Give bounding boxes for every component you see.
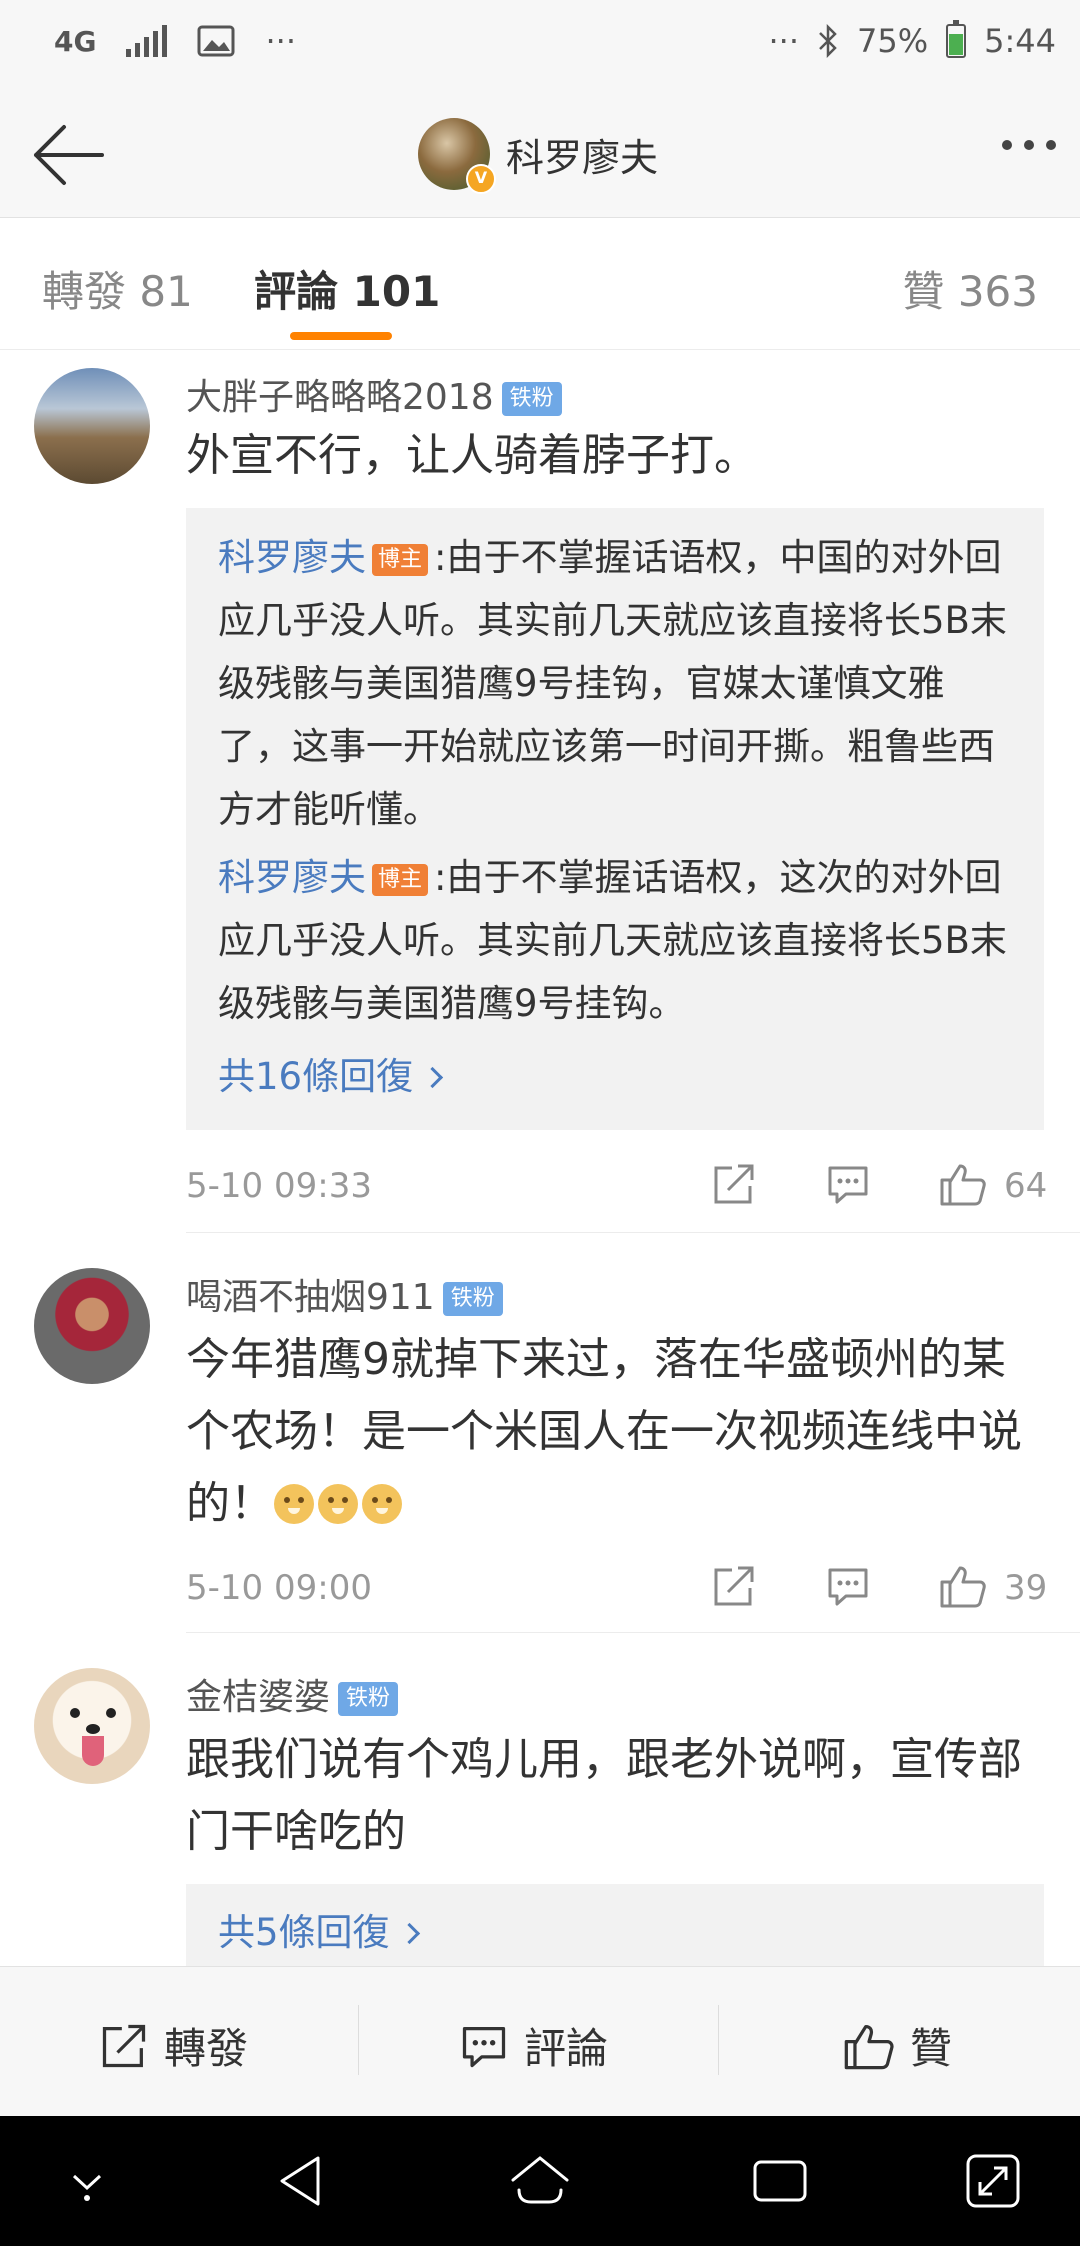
comment-text: 跟我们说有个鸡儿用，跟老外说啊，宣传部门干啥吃的	[186, 1734, 1022, 1857]
comment-button[interactable]: 評論	[458, 2015, 608, 2076]
share-icon[interactable]	[710, 1160, 758, 1208]
system-nav-bar	[0, 2116, 1080, 2246]
reply-box[interactable]: 科罗廖夫 博主:由于不掌握话语权，中国的对外回应几乎没人听。其实前几天就应该直接将…	[186, 508, 1044, 1130]
comment-meta: 5-10 09:33 64	[186, 1160, 1048, 1210]
share-icon	[102, 2024, 146, 2067]
more-replies-link[interactable]: 共5條回復	[218, 1902, 420, 1956]
comment-icon[interactable]	[824, 1160, 872, 1208]
chevron-right-icon	[421, 1066, 444, 1089]
divider	[186, 1632, 1080, 1633]
reply-box[interactable]: 共5條回復	[186, 1884, 1044, 1966]
username-text: 喝酒不抽烟911	[186, 1277, 435, 1318]
repost-button[interactable]: 轉發	[98, 2015, 248, 2076]
tab-label: 轉發	[42, 267, 127, 316]
comment-time: 5-10 09:00	[186, 1568, 372, 1608]
tab-active-indicator	[290, 332, 392, 340]
status-bar: 4G ··· ··· 75% 5:44	[0, 0, 1080, 90]
doge-emoji-icon	[274, 1484, 314, 1524]
tab-count: 363	[957, 267, 1038, 316]
signal-icon	[126, 25, 168, 57]
comment-text: 外宣不行，让人骑着脖子打。	[186, 430, 758, 481]
network-type: 4G	[54, 24, 97, 58]
tab-repost[interactable]: 轉發 81	[42, 258, 193, 319]
back-arrow-icon	[34, 125, 104, 185]
expand-icon[interactable]	[958, 2146, 1028, 2216]
more-replies-label: 共16條回復	[218, 1055, 414, 1098]
app-header: V 科罗廖夫	[0, 90, 1080, 218]
divider	[718, 2005, 719, 2075]
username-text: 大胖子略略略2018	[186, 377, 494, 418]
post-author[interactable]: V 科罗廖夫	[418, 118, 659, 194]
doge-emoji-icon	[362, 1484, 402, 1524]
like-count: 39	[1004, 1568, 1048, 1608]
comment-icon	[462, 2026, 506, 2067]
blogger-badge: 博主	[372, 544, 429, 576]
bluetooth-icon	[819, 24, 837, 58]
comment-text: 今年猎鹰9就掉下来过，落在华盛顿州的某个农场！是一个米国人在一次视频连线中说的！	[186, 1324, 1046, 1540]
nav-home-icon[interactable]	[505, 2146, 575, 2216]
more-replies-label: 共5條回復	[218, 1911, 390, 1954]
share-icon[interactable]	[710, 1562, 758, 1610]
comment-username[interactable]: 金桔婆婆 铁粉	[186, 1668, 399, 1720]
username-text: 金桔婆婆	[186, 1677, 331, 1718]
avatar[interactable]	[34, 368, 150, 484]
status-more-right: ···	[768, 22, 800, 60]
reply-item: 科罗廖夫 博主:由于不掌握话语权，中国的对外回应几乎没人听。其实前几天就应该直接将…	[218, 526, 1018, 841]
tab-label: 評論	[254, 267, 339, 316]
fan-badge: 铁粉	[501, 382, 562, 416]
battery-percent: 75%	[857, 22, 929, 60]
battery-icon	[946, 20, 967, 58]
avatar[interactable]	[34, 1268, 150, 1384]
status-time: 5:44	[984, 22, 1056, 60]
fan-badge: 铁粉	[442, 1282, 503, 1316]
repost-label: 轉發	[164, 2024, 249, 2073]
tab-count: 101	[352, 267, 441, 316]
comment-username[interactable]: 大胖子略略略2018 铁粉	[186, 368, 562, 420]
nav-back-icon[interactable]	[268, 2146, 338, 2216]
comment-username[interactable]: 喝酒不抽烟911 铁粉	[186, 1268, 503, 1320]
like-icon[interactable]	[938, 1562, 988, 1610]
more-replies-link[interactable]: 共16條回復	[218, 1046, 444, 1100]
doge-emoji-icon	[318, 1484, 358, 1524]
bottom-action-bar: 轉發 評論 贊	[0, 1966, 1080, 2116]
like-label: 贊	[910, 2024, 953, 2073]
divider	[186, 1232, 1080, 1233]
divider	[358, 2005, 359, 2075]
like-count: 64	[1004, 1166, 1048, 1206]
comment-icon[interactable]	[824, 1562, 872, 1610]
chevron-right-icon	[398, 1922, 420, 1945]
blogger-badge: 博主	[372, 864, 429, 896]
tab-bar: 轉發 81 評論 101 贊 363	[0, 218, 1080, 350]
comment-meta: 5-10 09:00 39	[186, 1562, 1048, 1612]
nav-recents-icon[interactable]	[745, 2146, 815, 2216]
tab-likes[interactable]: 贊 363	[902, 258, 1038, 319]
tab-comments[interactable]: 評論 101	[254, 258, 440, 319]
comment-label: 評論	[524, 2024, 609, 2073]
gallery-icon	[197, 25, 235, 57]
tab-label: 贊	[902, 267, 945, 316]
tab-count: 81	[139, 267, 193, 316]
avatar[interactable]	[34, 1668, 150, 1784]
comment-time: 5-10 09:33	[186, 1166, 372, 1206]
like-button[interactable]: 贊	[842, 2015, 952, 2076]
page-title: 科罗廖夫	[506, 135, 659, 180]
reply-username[interactable]: 科罗廖夫	[218, 856, 366, 899]
like-icon	[844, 2024, 894, 2069]
reply-username[interactable]: 科罗廖夫	[218, 536, 366, 579]
avatar[interactable]: V	[418, 118, 496, 194]
verified-icon: V	[466, 164, 496, 194]
like-icon[interactable]	[938, 1160, 988, 1208]
fan-badge: 铁粉	[338, 1682, 399, 1716]
reply-text: :由于不掌握话语权，中国的对外回应几乎没人听。其实前几天就应该直接将长5B末级残…	[218, 536, 1007, 831]
status-more-left: ···	[265, 22, 296, 60]
hide-keyboard-icon[interactable]	[52, 2146, 122, 2216]
reply-item: 科罗廖夫 博主:由于不掌握话语权，这次的对外回应几乎没人听。其实前几天就应该直接将…	[218, 846, 1018, 1035]
more-dots-icon[interactable]	[1002, 140, 1056, 150]
back-button[interactable]	[28, 120, 108, 190]
